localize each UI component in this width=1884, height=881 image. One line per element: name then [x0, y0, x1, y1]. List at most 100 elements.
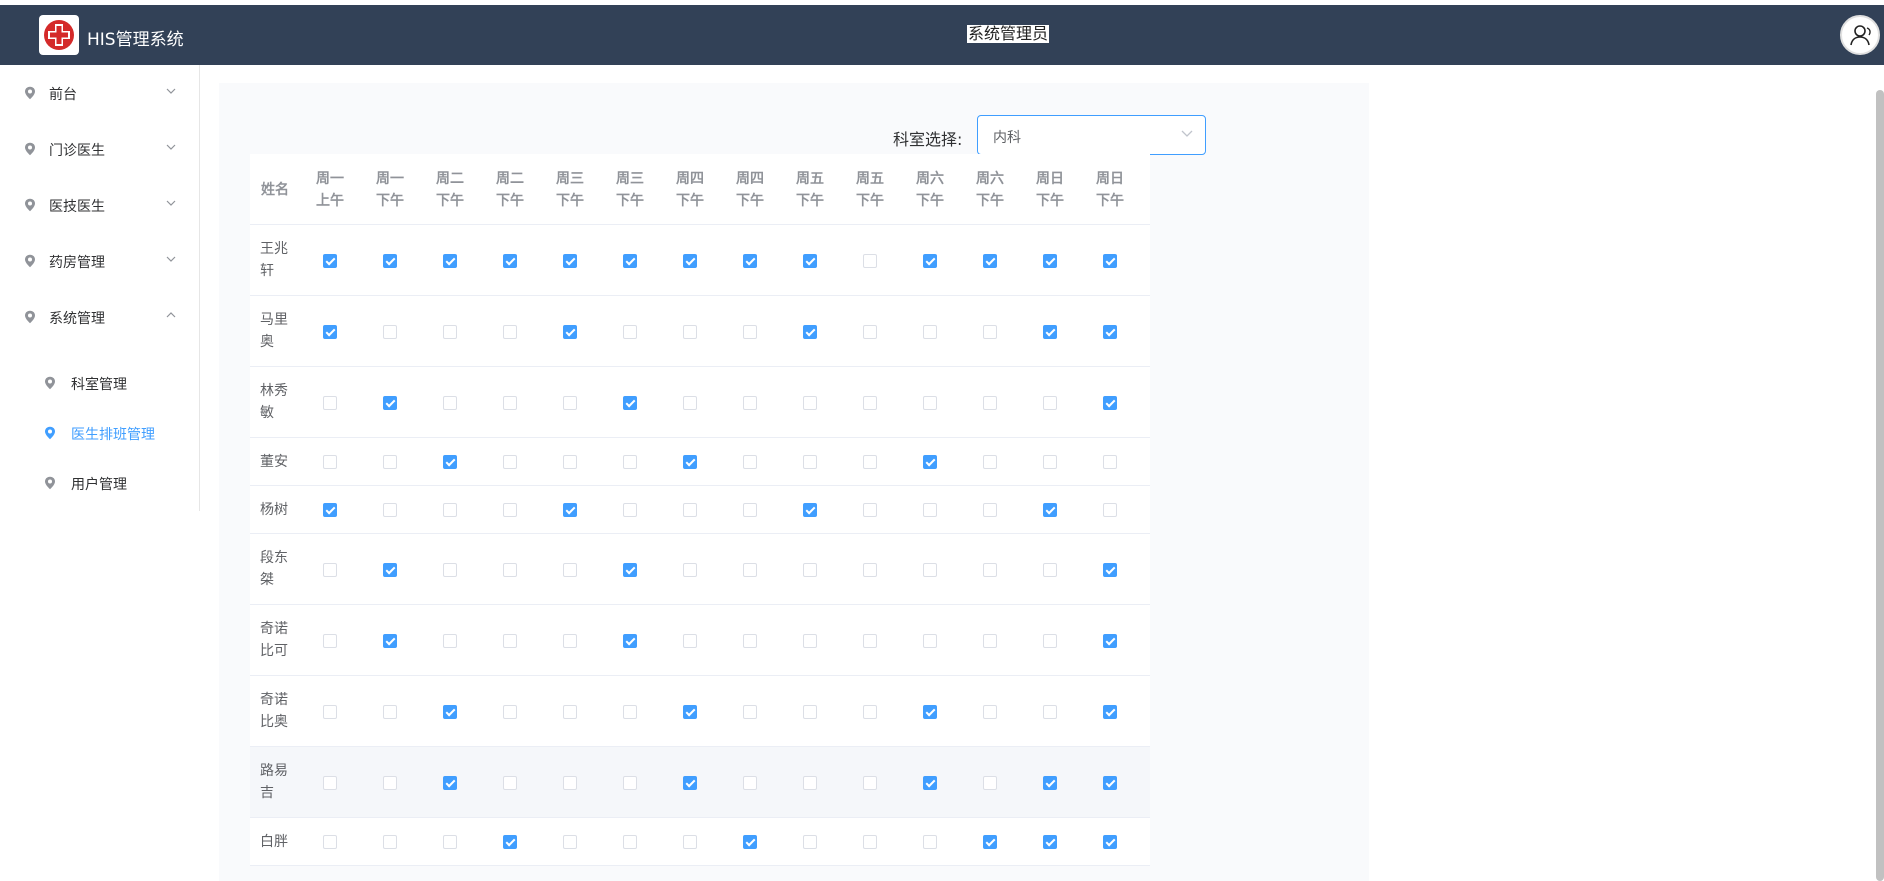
schedule-checkbox[interactable]	[983, 455, 997, 469]
schedule-checkbox[interactable]	[743, 455, 757, 469]
schedule-checkbox[interactable]	[983, 775, 997, 790]
schedule-checkbox[interactable]	[623, 704, 637, 719]
schedule-checkbox[interactable]	[443, 503, 457, 517]
schedule-checkbox[interactable]	[1043, 395, 1057, 410]
schedule-checkbox[interactable]	[863, 503, 877, 517]
schedule-checkbox[interactable]	[1043, 253, 1057, 268]
schedule-checkbox[interactable]	[1103, 775, 1117, 790]
schedule-checkbox[interactable]	[803, 253, 817, 268]
schedule-checkbox[interactable]	[1043, 704, 1057, 719]
schedule-checkbox[interactable]	[383, 704, 397, 719]
schedule-checkbox[interactable]	[863, 633, 877, 648]
schedule-checkbox[interactable]	[803, 503, 817, 517]
schedule-checkbox[interactable]	[803, 704, 817, 719]
schedule-checkbox[interactable]	[443, 633, 457, 648]
schedule-checkbox[interactable]	[803, 395, 817, 410]
schedule-checkbox[interactable]	[563, 503, 577, 517]
schedule-checkbox[interactable]	[563, 562, 577, 577]
schedule-checkbox[interactable]	[503, 775, 517, 790]
schedule-checkbox[interactable]	[863, 562, 877, 577]
schedule-checkbox[interactable]	[383, 253, 397, 268]
schedule-checkbox[interactable]	[743, 324, 757, 339]
schedule-checkbox[interactable]	[1043, 562, 1057, 577]
schedule-checkbox[interactable]	[863, 324, 877, 339]
schedule-checkbox[interactable]	[983, 503, 997, 517]
schedule-checkbox[interactable]	[503, 324, 517, 339]
schedule-checkbox[interactable]	[563, 324, 577, 339]
schedule-checkbox[interactable]	[503, 503, 517, 517]
schedule-checkbox[interactable]	[323, 253, 337, 268]
schedule-checkbox[interactable]	[443, 775, 457, 790]
schedule-checkbox[interactable]	[1103, 253, 1117, 268]
schedule-checkbox[interactable]	[983, 253, 997, 268]
schedule-checkbox[interactable]	[383, 633, 397, 648]
schedule-checkbox[interactable]	[563, 704, 577, 719]
page-scrollbar[interactable]	[1876, 90, 1884, 881]
sidebar-subitem-2[interactable]: 用户管理	[0, 458, 199, 508]
schedule-checkbox[interactable]	[323, 704, 337, 719]
department-select[interactable]: 内科	[977, 115, 1206, 155]
schedule-checkbox[interactable]	[503, 455, 517, 469]
schedule-checkbox[interactable]	[683, 253, 697, 268]
schedule-checkbox[interactable]	[1043, 324, 1057, 339]
schedule-checkbox[interactable]	[383, 324, 397, 339]
schedule-checkbox[interactable]	[443, 324, 457, 339]
schedule-checkbox[interactable]	[743, 775, 757, 790]
schedule-checkbox[interactable]	[743, 253, 757, 268]
schedule-checkbox[interactable]	[803, 324, 817, 339]
schedule-checkbox[interactable]	[683, 455, 697, 469]
schedule-checkbox[interactable]	[923, 455, 937, 469]
schedule-checkbox[interactable]	[323, 503, 337, 517]
schedule-checkbox[interactable]	[923, 704, 937, 719]
schedule-checkbox[interactable]	[863, 775, 877, 790]
schedule-checkbox[interactable]	[623, 633, 637, 648]
schedule-checkbox[interactable]	[923, 835, 937, 849]
schedule-checkbox[interactable]	[743, 835, 757, 849]
schedule-checkbox[interactable]	[683, 633, 697, 648]
schedule-checkbox[interactable]	[863, 455, 877, 469]
schedule-checkbox[interactable]	[923, 562, 937, 577]
schedule-checkbox[interactable]	[1103, 455, 1117, 469]
schedule-checkbox[interactable]	[683, 704, 697, 719]
sidebar-subitem-1[interactable]: 医生排班管理	[0, 408, 199, 458]
schedule-checkbox[interactable]	[563, 835, 577, 849]
schedule-checkbox[interactable]	[983, 395, 997, 410]
schedule-checkbox[interactable]	[563, 775, 577, 790]
schedule-checkbox[interactable]	[383, 503, 397, 517]
schedule-checkbox[interactable]	[383, 562, 397, 577]
schedule-checkbox[interactable]	[983, 633, 997, 648]
schedule-checkbox[interactable]	[1043, 633, 1057, 648]
schedule-checkbox[interactable]	[623, 455, 637, 469]
schedule-checkbox[interactable]	[803, 562, 817, 577]
schedule-checkbox[interactable]	[863, 253, 877, 268]
schedule-checkbox[interactable]	[443, 835, 457, 849]
schedule-checkbox[interactable]	[623, 324, 637, 339]
schedule-checkbox[interactable]	[1103, 503, 1117, 517]
schedule-checkbox[interactable]	[623, 562, 637, 577]
sidebar-item-4[interactable]: 系统管理	[0, 289, 199, 345]
schedule-checkbox[interactable]	[503, 835, 517, 849]
schedule-checkbox[interactable]	[983, 704, 997, 719]
schedule-checkbox[interactable]	[803, 633, 817, 648]
schedule-checkbox[interactable]	[743, 704, 757, 719]
schedule-checkbox[interactable]	[743, 503, 757, 517]
schedule-checkbox[interactable]	[323, 562, 337, 577]
schedule-checkbox[interactable]	[923, 253, 937, 268]
schedule-checkbox[interactable]	[1103, 324, 1117, 339]
schedule-checkbox[interactable]	[443, 704, 457, 719]
schedule-checkbox[interactable]	[383, 835, 397, 849]
sidebar-item-1[interactable]: 门诊医生	[0, 121, 199, 177]
schedule-checkbox[interactable]	[1103, 633, 1117, 648]
schedule-checkbox[interactable]	[803, 835, 817, 849]
schedule-checkbox[interactable]	[563, 633, 577, 648]
schedule-checkbox[interactable]	[443, 395, 457, 410]
schedule-checkbox[interactable]	[983, 835, 997, 849]
schedule-checkbox[interactable]	[683, 835, 697, 849]
schedule-checkbox[interactable]	[443, 253, 457, 268]
schedule-checkbox[interactable]	[1103, 395, 1117, 410]
schedule-checkbox[interactable]	[1043, 503, 1057, 517]
schedule-checkbox[interactable]	[983, 562, 997, 577]
schedule-checkbox[interactable]	[923, 324, 937, 339]
schedule-checkbox[interactable]	[623, 395, 637, 410]
sidebar-item-0[interactable]: 前台	[0, 65, 199, 121]
